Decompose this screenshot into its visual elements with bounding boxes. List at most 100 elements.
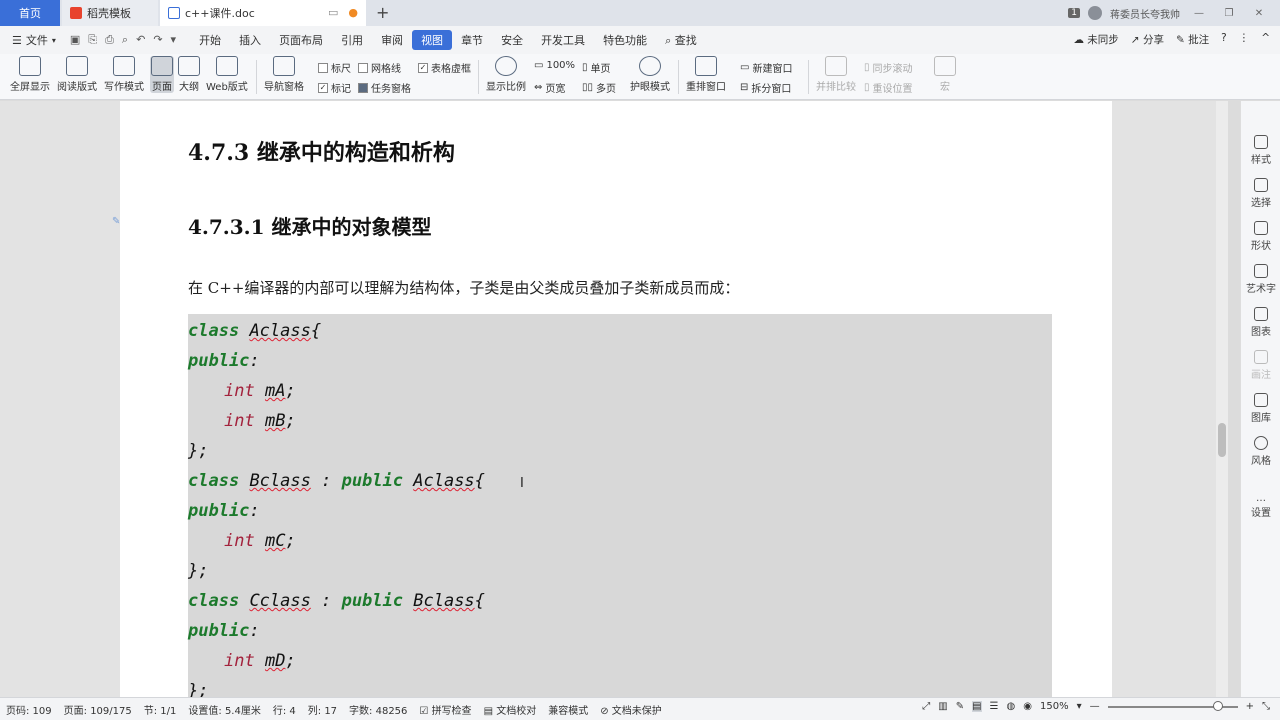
page-width-button[interactable]: ⇔ 页宽 — [534, 80, 565, 95]
tab-review[interactable]: 审阅 — [372, 30, 412, 50]
tab-pin-icon[interactable]: ▭ — [328, 6, 338, 19]
user-name[interactable]: 蒋委员长夸我帅 — [1110, 6, 1180, 21]
gallery-panel-button[interactable]: 图库 — [1241, 393, 1280, 424]
zoom-slider[interactable] — [1107, 700, 1238, 711]
reading-view-icon[interactable]: ▥ — [938, 701, 947, 712]
theme-panel-button[interactable]: 风格 — [1241, 436, 1280, 467]
ruler-checkbox[interactable]: 标尺 — [318, 60, 351, 75]
tab-search[interactable]: ⌕ 查找 — [656, 30, 706, 50]
code-member: mA — [264, 381, 286, 401]
rearrange-window-button[interactable]: 重排窗口 — [686, 56, 726, 93]
share-button[interactable]: ↗ 分享 — [1131, 32, 1164, 47]
multi-page-button[interactable]: ▯▯ 多页 — [582, 80, 616, 95]
style-panel-button[interactable]: 样式 — [1241, 135, 1280, 166]
protection-button[interactable]: ⊘ 文档未保护 — [594, 702, 668, 717]
web-view-button[interactable]: Web版式 — [206, 56, 248, 93]
file-menu[interactable]: ☰ 文件 ▾ — [0, 32, 64, 48]
tab-home[interactable]: 首页 — [0, 0, 60, 26]
code-line: }; — [188, 441, 209, 461]
tab-features[interactable]: 特色功能 — [594, 30, 656, 50]
eye-protect-icon[interactable]: ◉ — [1023, 701, 1032, 712]
more-icon[interactable]: ⋮ — [1239, 32, 1250, 47]
proofread-button[interactable]: ▤ 文档校对 — [478, 702, 543, 717]
zoom-slider-knob[interactable] — [1212, 700, 1223, 711]
side-by-side-button[interactable]: 并排比较 — [816, 56, 856, 93]
task-pane-checkbox[interactable]: 任务窗格 — [358, 80, 411, 95]
outline-view-icon[interactable]: ☰ — [990, 701, 999, 712]
fit-window-icon[interactable]: ⤡ — [1262, 701, 1270, 712]
tab-references[interactable]: 引用 — [332, 30, 372, 50]
wordart-panel-button[interactable]: 艺术字 — [1241, 264, 1280, 295]
user-avatar[interactable] — [1088, 6, 1102, 20]
tab-templates[interactable]: 稻壳模板 — [62, 0, 158, 26]
single-page-button[interactable]: ▯ 单页 — [582, 60, 611, 75]
print-icon[interactable]: ⎙ — [105, 33, 114, 47]
zoom-out-icon[interactable]: — — [1090, 701, 1100, 712]
undo-icon[interactable]: ↶ — [136, 33, 145, 47]
select-panel-button[interactable]: 选择 — [1241, 178, 1280, 209]
reading-mode-button[interactable]: 阅读版式 — [57, 56, 97, 93]
outline-view-button[interactable]: 大纲 — [178, 56, 200, 93]
tab-developer[interactable]: 开发工具 — [532, 30, 594, 50]
split-window-button[interactable]: ⊟ 拆分窗口 — [740, 80, 791, 95]
tab-view[interactable]: 视图 — [412, 30, 453, 50]
eye-mode-button[interactable]: 护眼模式 — [630, 56, 670, 93]
zoom-in-icon[interactable]: + — [1246, 701, 1254, 712]
chart-panel-button[interactable]: 图表 — [1241, 307, 1280, 338]
gridlines-checkbox[interactable]: 网格线 — [358, 60, 401, 75]
table-gridlines-checkbox[interactable]: ✓ 表格虚框 — [418, 60, 471, 75]
redo-icon[interactable]: ↷ — [153, 33, 162, 47]
save-icon[interactable]: ▣ — [70, 33, 80, 47]
writing-mode-button[interactable]: 写作模式 — [104, 56, 144, 93]
page-view-icon[interactable]: ▤ — [972, 701, 982, 712]
new-tab-button[interactable]: + — [376, 3, 389, 22]
collapse-ribbon-icon[interactable]: ^ — [1261, 32, 1270, 47]
zoom-dropdown-icon[interactable]: ▾ — [1077, 701, 1082, 712]
tab-chapter[interactable]: 章节 — [452, 30, 492, 50]
close-window-icon[interactable]: ✕ — [1248, 8, 1270, 19]
export-icon[interactable]: ⎘ — [88, 33, 97, 47]
spell-check-button[interactable]: ☑ 拼写检查 — [413, 702, 477, 717]
document-page[interactable]: 4.7.3 继承中的构造和析构 4.7.3.1 继承中的对象模型 在 C++编译… — [120, 101, 1112, 697]
heading-4-7-3: 4.7.3 继承中的构造和析构 — [188, 140, 455, 166]
text-cursor-icon: I — [520, 476, 524, 491]
web-view-icon[interactable]: ◍ — [1007, 701, 1016, 712]
customize-icon[interactable]: ▾ — [171, 33, 177, 47]
new-window-button[interactable]: ▭ 新建窗口 — [740, 60, 792, 75]
code-line: public: — [188, 616, 260, 646]
tab-security[interactable]: 安全 — [492, 30, 532, 50]
tab-start[interactable]: 开始 — [190, 30, 230, 50]
reset-position-button[interactable]: ▯ 重设位置 — [864, 80, 913, 95]
vertical-scrollbar[interactable] — [1216, 101, 1228, 697]
code-keyword: public — [341, 471, 403, 491]
status-word-count[interactable]: 字数: 48256 — [343, 702, 413, 717]
tab-insert[interactable]: 插入 — [230, 30, 270, 50]
code-block[interactable]: class Aclass{ public: int mA; int mB; };… — [188, 314, 1052, 697]
zoom-level[interactable]: 150% — [1040, 701, 1069, 712]
scrollbar-thumb[interactable] — [1218, 423, 1226, 457]
minimize-icon[interactable]: — — [1188, 8, 1210, 19]
window-count-badge[interactable]: 1 — [1068, 8, 1080, 18]
status-pages[interactable]: 页面: 109/175 — [58, 702, 138, 717]
nav-pane-button[interactable]: 导航窗格 — [264, 56, 304, 93]
comment-button[interactable]: ✎ 批注 — [1176, 32, 1209, 47]
zoom-ratio-button[interactable]: 显示比例 — [486, 56, 526, 93]
macro-button[interactable]: 宏 — [934, 56, 956, 93]
help-icon[interactable]: ? — [1221, 32, 1227, 47]
print-preview-icon[interactable]: ⌕ — [122, 33, 128, 47]
fullscreen-view-icon[interactable]: ⤢ — [922, 701, 930, 712]
tab-document[interactable]: c++课件.doc ▭ ● — [160, 0, 366, 26]
restore-icon[interactable]: ❐ — [1218, 8, 1240, 19]
fullscreen-button[interactable]: 全屏显示 — [10, 56, 50, 93]
page-view-button[interactable]: 页面 — [150, 56, 174, 93]
shape-panel-button[interactable]: 形状 — [1241, 221, 1280, 252]
sync-scroll-button[interactable]: ▯ 同步滚动 — [864, 60, 913, 75]
tab-page-layout[interactable]: 页面布局 — [270, 30, 332, 50]
settings-panel-button[interactable]: … 设置 — [1241, 493, 1280, 519]
status-page-code[interactable]: 页码: 109 — [0, 702, 58, 717]
writing-view-icon[interactable]: ✎ — [956, 701, 964, 712]
comment-panel-button[interactable]: 画注 — [1241, 350, 1280, 381]
zoom-100-button[interactable]: ▭ 100% — [534, 60, 575, 71]
sync-button[interactable]: ☁ 未同步 — [1073, 32, 1118, 47]
marks-checkbox[interactable]: ✓ 标记 — [318, 80, 351, 95]
